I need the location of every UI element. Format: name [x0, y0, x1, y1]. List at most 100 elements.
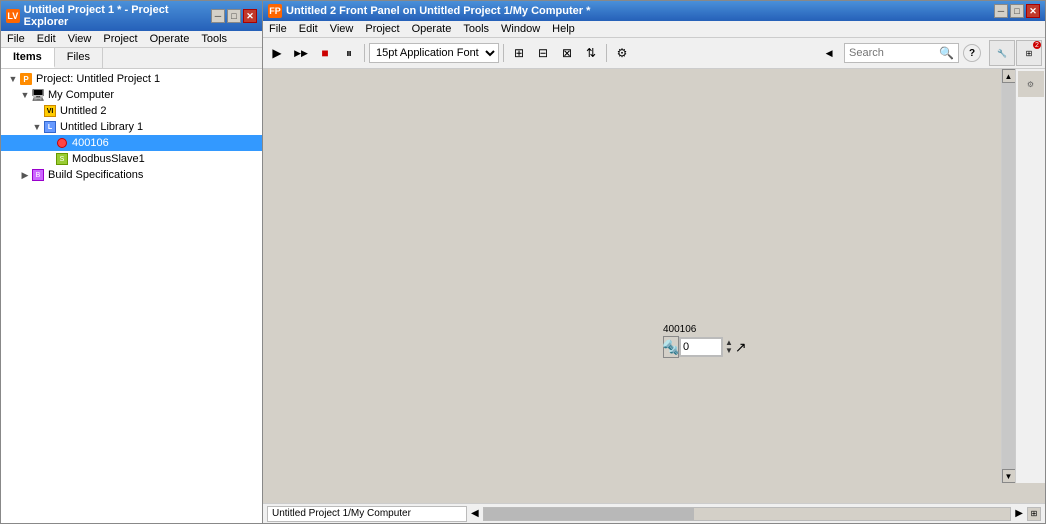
scroll-down-button[interactable]: ▼ [1002, 469, 1016, 483]
menu-view[interactable]: View [62, 31, 98, 47]
tree-item-untitled-library[interactable]: ▼ L Untitled Library 1 [1, 119, 262, 135]
tree-item-project-root[interactable]: ▼ P Project: Untitled Project 1 [1, 71, 262, 87]
untitled-library-label: Untitled Library 1 [60, 121, 143, 133]
palette-item-1[interactable]: ⚙ [1018, 71, 1044, 97]
vi-menu-project[interactable]: Project [359, 21, 405, 37]
vi-window-icon: FP [268, 4, 282, 18]
tree-item-my-computer[interactable]: ▼ 🖥 My Computer [1, 87, 262, 103]
abort-button[interactable]: ■ [314, 42, 336, 64]
vi-menu-edit[interactable]: Edit [293, 21, 324, 37]
numeric-control-widget: 🔩 0 ▲ ▼ ↗ [663, 336, 747, 358]
vi-icon-untitled2: VI [43, 104, 57, 118]
align-button[interactable]: ⊞ [508, 42, 530, 64]
statusbar-path-text: Untitled Project 1/My Computer [272, 508, 411, 519]
back-button[interactable]: ◀ [818, 42, 840, 64]
menu-file[interactable]: File [1, 31, 31, 47]
vi-window-title: Untitled 2 Front Panel on Untitled Proje… [286, 5, 590, 17]
close-button[interactable]: ✕ [243, 9, 257, 23]
scroll-left-arrow[interactable]: ◀ [471, 508, 479, 519]
build-specs-label: Build Specifications [48, 169, 143, 181]
side-palette: ⚙ [1015, 69, 1045, 483]
vi-titlebar-left: FP Untitled 2 Front Panel on Untitled Pr… [268, 4, 590, 18]
vi-menu-file[interactable]: File [263, 21, 293, 37]
project-tree: ▼ P Project: Untitled Project 1 ▼ 🖥 My C… [1, 69, 262, 523]
run-button[interactable]: ▶ [266, 42, 288, 64]
vi-menu-window[interactable]: Window [495, 21, 546, 37]
project-explorer-icon: LV [6, 9, 20, 23]
slave-icon: S [55, 152, 69, 166]
project-root-icon: P [19, 72, 33, 86]
vi-close-button[interactable]: ✕ [1026, 4, 1040, 18]
statusbar-path: Untitled Project 1/My Computer [267, 506, 467, 522]
search-box: 🔍 [844, 43, 959, 63]
minimize-button[interactable]: ─ [211, 9, 225, 23]
numeric-value-box[interactable]: 0 [679, 337, 723, 357]
numeric-control-label: 400106 [663, 324, 747, 335]
explorer-tabs: Items Files [1, 48, 262, 69]
titlebar-left: LV Untitled Project 1 * - Project Explor… [6, 4, 211, 28]
library-icon: L [43, 120, 57, 134]
search-input[interactable] [849, 47, 939, 59]
maximize-button[interactable]: □ [227, 9, 241, 23]
sep-2 [503, 44, 504, 62]
font-selector[interactable]: 15pt Application Font [369, 43, 499, 63]
project-explorer-titlebar: LV Untitled Project 1 * - Project Explor… [1, 1, 262, 31]
vi-maximize-button[interactable]: □ [1010, 4, 1024, 18]
menu-project[interactable]: Project [97, 31, 143, 47]
sep-3 [606, 44, 607, 62]
vi-titlebar-buttons: ─ □ ✕ [994, 4, 1040, 18]
distribute-button[interactable]: ⊟ [532, 42, 554, 64]
help-button[interactable]: ? [963, 44, 981, 62]
vi-menu-operate[interactable]: Operate [406, 21, 458, 37]
scroll-corner[interactable]: ⊞ [1027, 507, 1041, 521]
tree-item-untitled2[interactable]: ▶ VI Untitled 2 [1, 103, 262, 119]
decrement-arrow[interactable]: ▼ [725, 347, 733, 355]
vi-menubar: File Edit View Project Operate Tools Win… [263, 21, 1045, 38]
vi-window: FP Untitled 2 Front Panel on Untitled Pr… [262, 0, 1046, 524]
vi-menu-help[interactable]: Help [546, 21, 581, 37]
my-computer-label: My Computer [48, 89, 114, 101]
build-icon: B [31, 168, 45, 182]
expand-arrow-build: ▶ [19, 169, 31, 181]
tree-item-build-specs[interactable]: ▶ B Build Specifications [1, 167, 262, 183]
control-palette-btn[interactable]: 🔧 [989, 40, 1015, 66]
project-explorer-menubar: File Edit View Project Operate Tools [1, 31, 262, 48]
expand-arrow-project: ▼ [7, 73, 19, 85]
tree-item-modbus-slave[interactable]: ▶ S ModbusSlave1 [1, 151, 262, 167]
computer-icon: 🖥 [31, 88, 45, 102]
resize-button[interactable]: ⊠ [556, 42, 578, 64]
vi-panel-area[interactable]: 400106 🔩 0 ▲ ▼ ↗ ▲ ▼ ⚙ [263, 69, 1045, 503]
item-400106-label: 400106 [72, 137, 109, 149]
project-root-label: Project: Untitled Project 1 [36, 73, 160, 85]
vi-titlebar: FP Untitled 2 Front Panel on Untitled Pr… [263, 1, 1045, 21]
numeric-coil-icon: 🔩 [663, 336, 679, 358]
vi-minimize-button[interactable]: ─ [994, 4, 1008, 18]
tab-items[interactable]: Items [1, 48, 55, 68]
run-continuously-button[interactable]: ▶▶ [290, 42, 312, 64]
search-icon: 🔍 [939, 46, 954, 60]
function-palette-btn[interactable]: ⊞ 2 [1016, 40, 1042, 66]
tab-files[interactable]: Files [55, 48, 103, 68]
reorder-button[interactable]: ⇅ [580, 42, 602, 64]
project-explorer-title: Untitled Project 1 * - Project Explorer [24, 4, 211, 28]
tree-item-400106[interactable]: ▶ 400106 [1, 135, 262, 151]
vi-toolbar: ▶ ▶▶ ■ ⏸ 15pt Application Font ⊞ ⊟ ⊠ ⇅ ⚙… [263, 38, 1045, 69]
scroll-track-v[interactable] [1002, 83, 1016, 469]
modbus-slave-label: ModbusSlave1 [72, 153, 145, 165]
pause-button[interactable]: ⏸ [338, 42, 360, 64]
numeric-value: 0 [683, 341, 689, 353]
menu-operate[interactable]: Operate [144, 31, 196, 47]
expand-arrow-computer: ▼ [19, 89, 31, 101]
vi-menu-view[interactable]: View [324, 21, 360, 37]
titlebar-buttons: ─ □ ✕ [211, 9, 257, 23]
scroll-right-arrow[interactable]: ▶ [1015, 508, 1023, 519]
scroll-up-button[interactable]: ▲ [1002, 69, 1016, 83]
menu-tools[interactable]: Tools [195, 31, 233, 47]
vi-menu-tools[interactable]: Tools [457, 21, 495, 37]
sep-1 [364, 44, 365, 62]
horizontal-scrollbar[interactable] [483, 507, 1012, 521]
menu-edit[interactable]: Edit [31, 31, 62, 47]
expand-arrow-library: ▼ [31, 121, 43, 133]
extra-button[interactable]: ⚙ [611, 42, 633, 64]
numeric-control-400106: 400106 🔩 0 ▲ ▼ ↗ [663, 324, 747, 358]
